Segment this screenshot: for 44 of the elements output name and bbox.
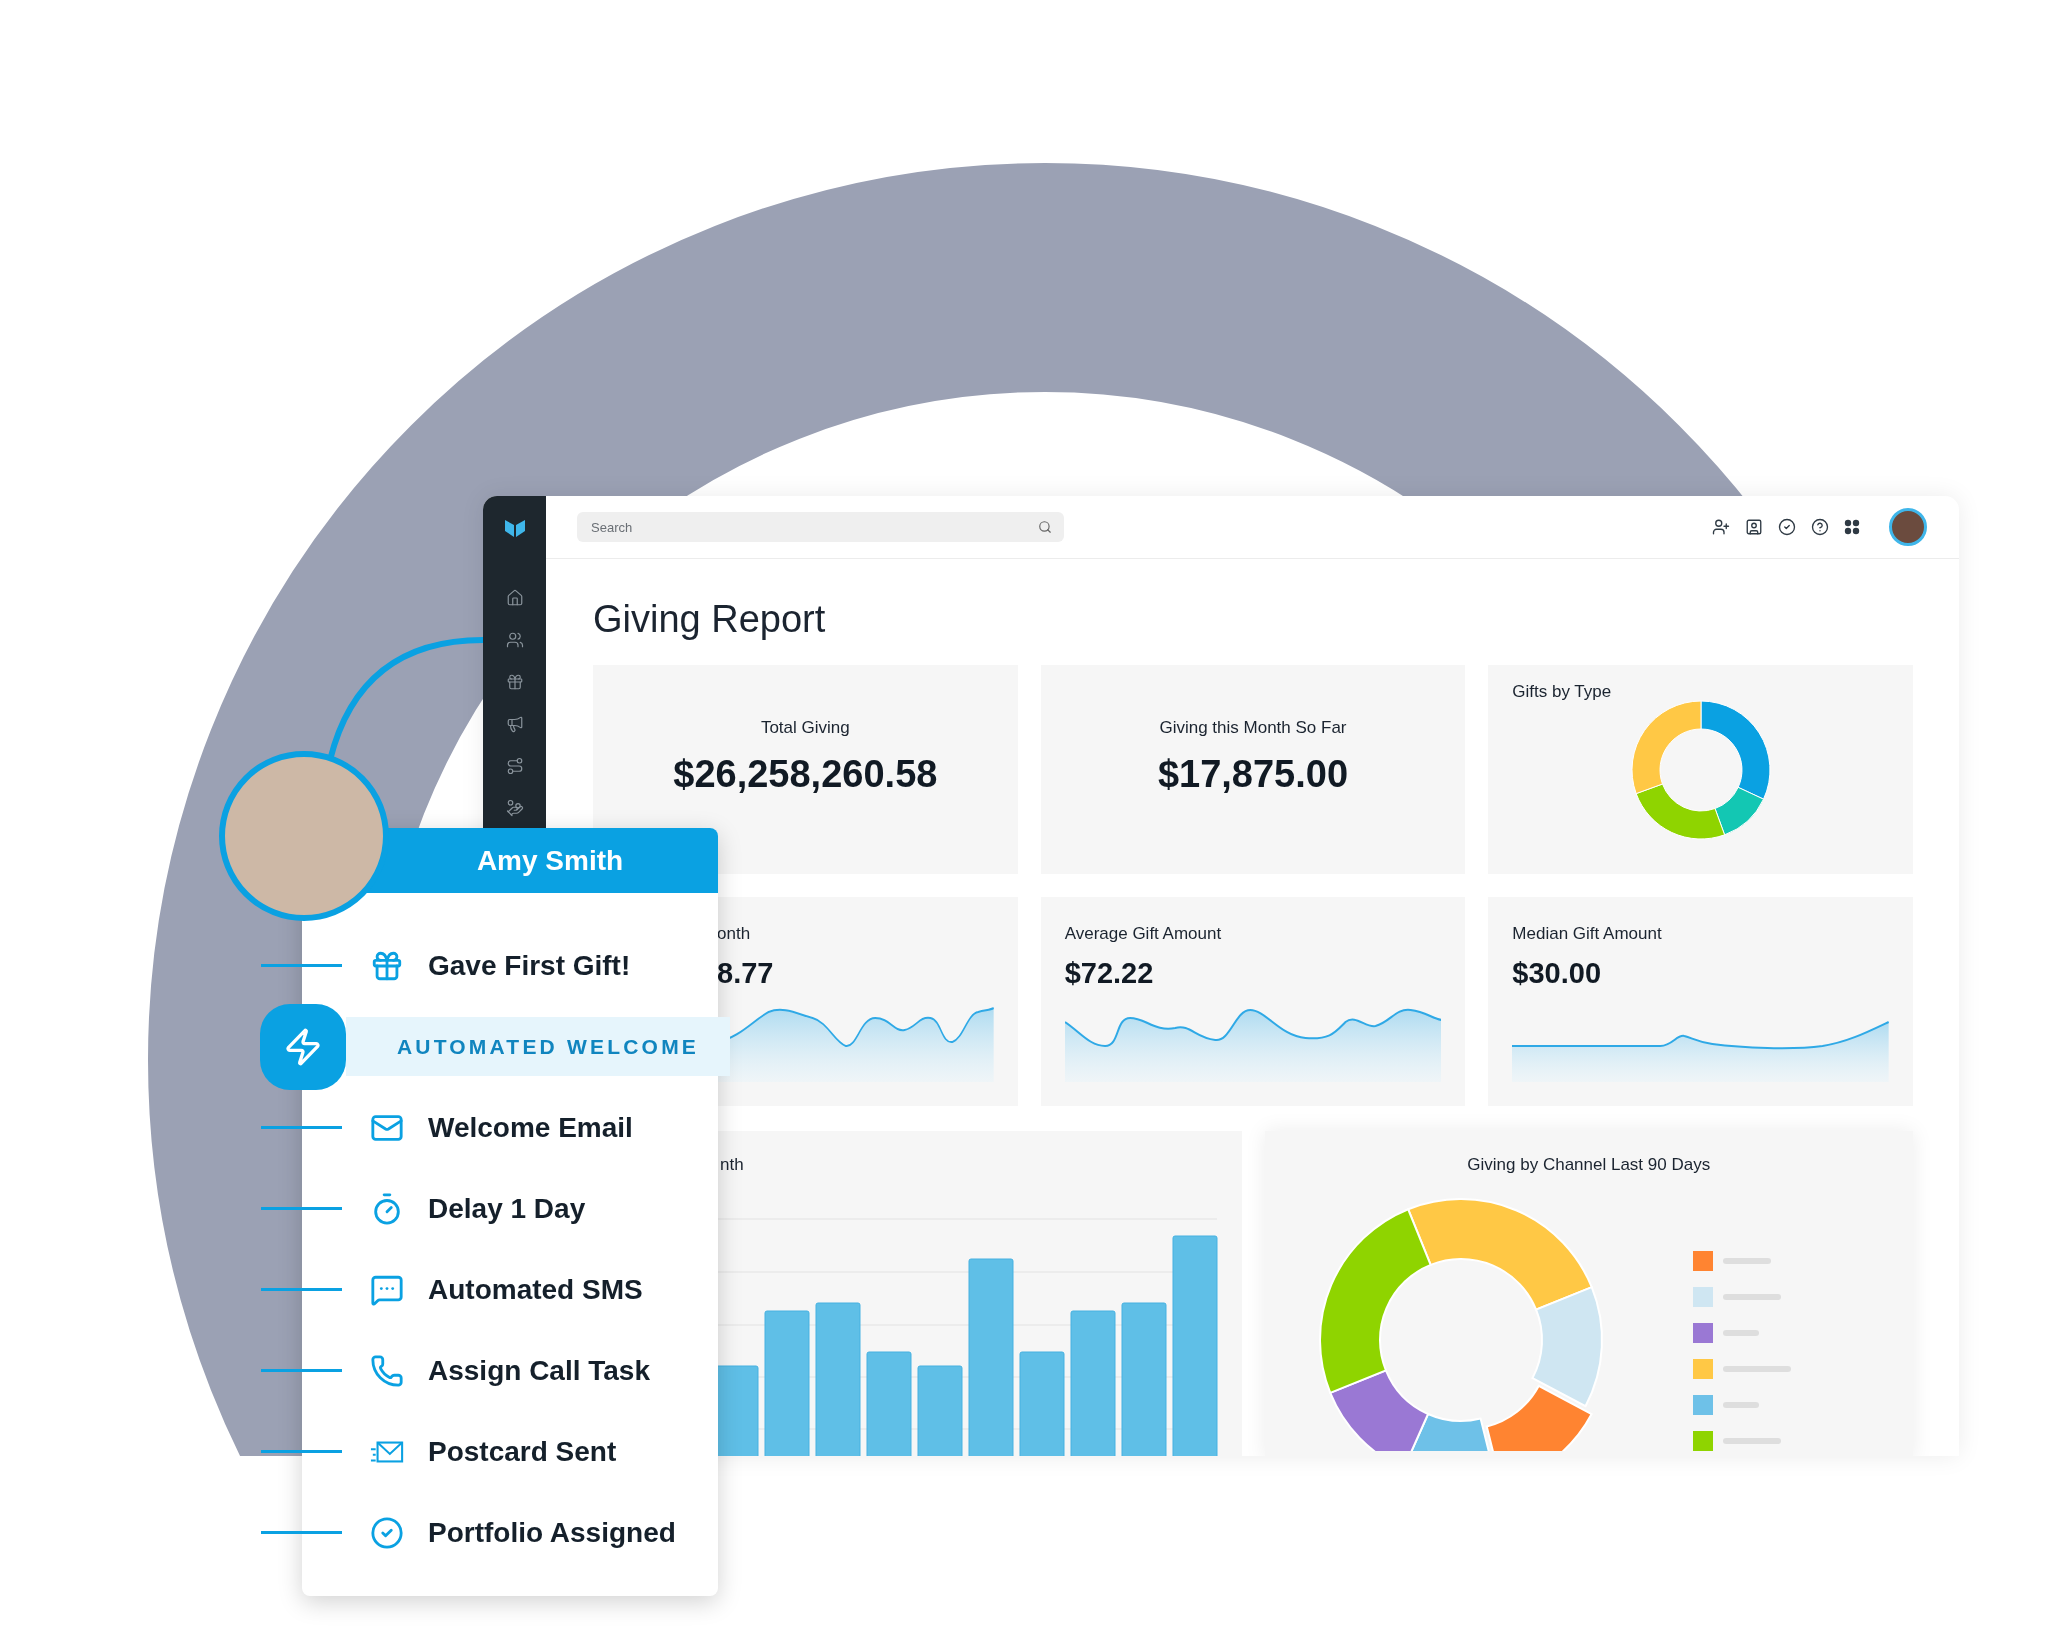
step-label: Gave First Gift! bbox=[428, 949, 631, 982]
page-title: Giving Report bbox=[593, 597, 827, 642]
search-field[interactable]: Search bbox=[577, 512, 1064, 542]
card-title: Median Gift Amount bbox=[1512, 923, 1663, 945]
legend-swatch bbox=[1692, 1287, 1713, 1307]
check-circle-icon bbox=[370, 1515, 404, 1550]
gift-icon[interactable] bbox=[505, 673, 524, 691]
legend-swatch bbox=[1692, 1323, 1713, 1343]
card-value: $26,258,260.58 bbox=[672, 753, 939, 796]
card-value: $17,875.00 bbox=[1156, 753, 1350, 796]
check-circle-icon[interactable] bbox=[1778, 518, 1796, 536]
automation-label: AUTOMATED WELCOME bbox=[346, 1017, 730, 1076]
step-label: Delay 1 Day bbox=[428, 1192, 586, 1225]
chart-title: Giving by Channel Last 90 Days bbox=[1466, 1154, 1712, 1176]
legend-swatch bbox=[1692, 1251, 1713, 1271]
step-label: Automated SMS bbox=[428, 1273, 643, 1306]
legend-swatch bbox=[1692, 1431, 1713, 1451]
legend-swatch bbox=[1692, 1395, 1713, 1415]
apps-icon[interactable] bbox=[1844, 519, 1860, 535]
help-icon[interactable] bbox=[1811, 518, 1829, 536]
card-title: Giving this Month So Far bbox=[1158, 717, 1348, 739]
user-avatar[interactable] bbox=[1889, 508, 1927, 546]
megaphone-icon[interactable] bbox=[505, 715, 524, 733]
step-label: Portfolio Assigned bbox=[428, 1516, 676, 1549]
step-label: Welcome Email bbox=[428, 1111, 633, 1144]
card-value: $72.22 bbox=[1064, 957, 1155, 990]
step-label: Assign Call Task bbox=[428, 1354, 650, 1387]
card-title: Average Gift Amount bbox=[1064, 923, 1223, 945]
legend-swatch bbox=[1692, 1359, 1713, 1379]
contact-card-icon[interactable] bbox=[1745, 518, 1763, 536]
step-label: Postcard Sent bbox=[428, 1435, 617, 1468]
card-title: Gifts by Type bbox=[1512, 681, 1612, 703]
coins-icon[interactable] bbox=[505, 799, 524, 817]
add-person-icon[interactable] bbox=[1712, 518, 1730, 536]
card-value: $30.00 bbox=[1512, 957, 1603, 990]
route-icon[interactable] bbox=[505, 757, 524, 775]
home-icon[interactable] bbox=[505, 589, 524, 607]
phone-icon bbox=[370, 1353, 404, 1388]
search-icon[interactable] bbox=[1038, 520, 1052, 534]
chart-title: nth bbox=[719, 1154, 745, 1176]
card-value: 8.77 bbox=[717, 957, 775, 990]
people-icon[interactable] bbox=[505, 631, 524, 649]
card-title: onth bbox=[717, 923, 752, 945]
card-title: Total Giving bbox=[759, 717, 851, 739]
